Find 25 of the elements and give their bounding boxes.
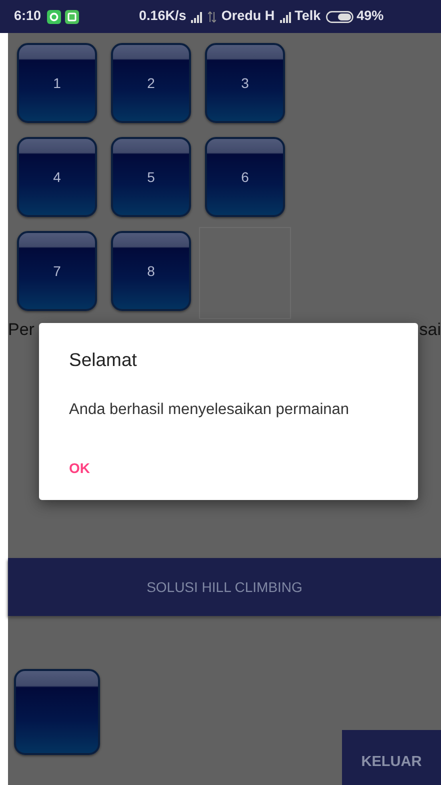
battery-icon: [326, 10, 354, 22]
puzzle-tile[interactable]: 2: [111, 43, 191, 123]
carrier-name: Oredu H: [221, 7, 275, 26]
carrier-name: Telk: [294, 7, 321, 26]
battery-percent: 49%: [356, 7, 384, 26]
puzzle-tile[interactable]: 8: [111, 231, 191, 311]
clock-time: 6:10: [14, 7, 42, 26]
puzzle-tile[interactable]: 6: [205, 137, 285, 217]
puzzle-tile[interactable]: 5: [111, 137, 191, 217]
signal-icon: [191, 10, 202, 22]
puzzle-tile[interactable]: 3: [205, 43, 285, 123]
signal-icon: [280, 10, 291, 22]
puzzle-tile[interactable]: 4: [17, 137, 97, 217]
status-text: Per: [8, 321, 34, 338]
dialog-title: Selamat: [69, 349, 138, 372]
exit-button[interactable]: KELUAR: [342, 730, 441, 785]
solve-button[interactable]: SOLUSI HILL CLIMBING: [8, 558, 441, 616]
puzzle-tile[interactable]: 1: [17, 43, 97, 123]
puzzle-tile[interactable]: 7: [17, 231, 97, 311]
status-text: sai: [419, 321, 441, 338]
network-speed: 0.16K/s: [139, 7, 186, 26]
dialog-message: Anda berhasil menyelesaikan permainan: [69, 400, 350, 420]
data-arrows-icon: [208, 10, 216, 22]
app-notification-icon: [65, 10, 80, 24]
chat-app-icon: [47, 10, 62, 24]
